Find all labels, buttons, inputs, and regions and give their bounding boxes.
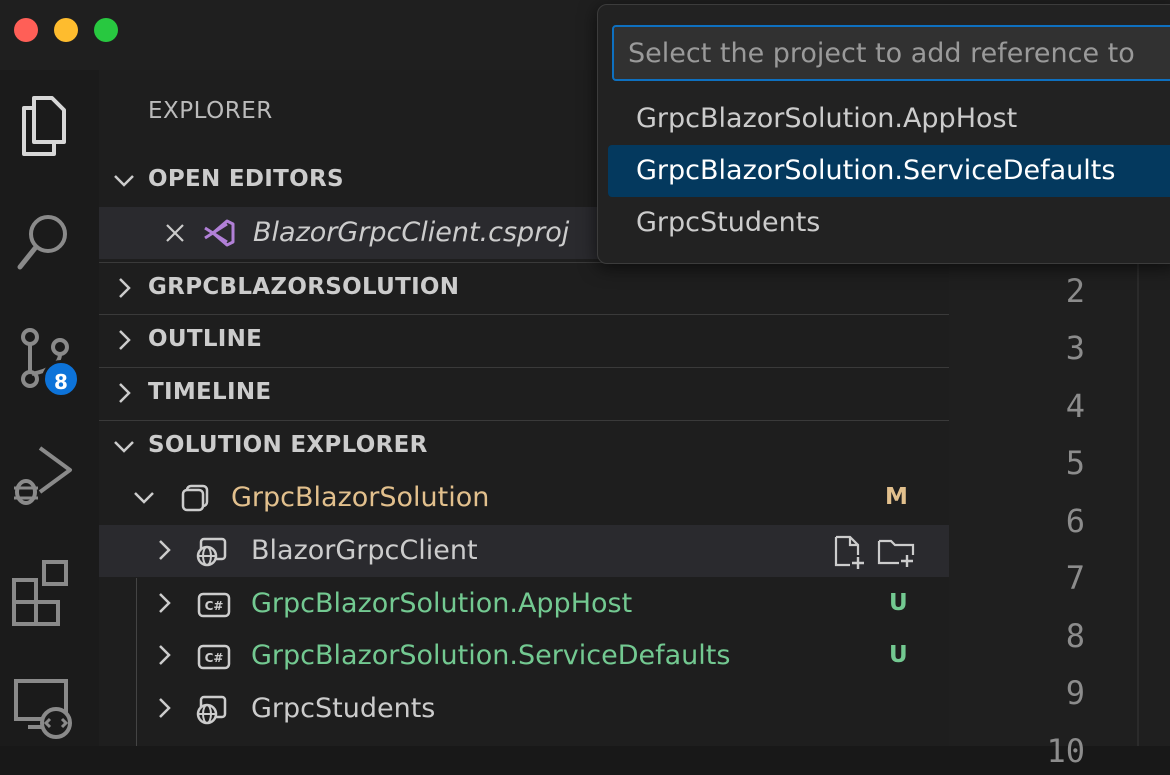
remote-explorer-icon: [14, 679, 72, 739]
git-status-modified: M: [885, 484, 908, 510]
section-label: OUTLINE: [148, 326, 263, 352]
search-icon: [17, 215, 67, 270]
tree-item-project[interactable]: BlazorGrpcClient: [99, 525, 949, 577]
section-label: GRPCBLAZORSOLUTION: [148, 274, 460, 300]
web-project-icon: [196, 537, 227, 567]
tree-item-project[interactable]: C# GrpcBlazorSolution.AppHost U: [99, 578, 949, 630]
section-grpcblazorsolution[interactable]: GRPCBLAZORSOLUTION: [99, 262, 949, 314]
section-timeline[interactable]: TIMELINE: [99, 367, 949, 419]
tree-item-solution-root[interactable]: GrpcBlazorSolution M: [99, 472, 949, 524]
chevron-down-icon: [114, 175, 134, 187]
explorer-title: EXPLORER: [148, 98, 273, 124]
tree-item-label: GrpcBlazorSolution.ServiceDefaults: [251, 640, 731, 671]
csharp-project-icon: C#: [197, 592, 231, 618]
zoom-window-button[interactable]: [94, 18, 118, 42]
activity-search[interactable]: [0, 210, 99, 310]
close-window-button[interactable]: [14, 18, 38, 42]
svg-text:C#: C#: [205, 651, 224, 665]
new-folder-icon[interactable]: [877, 535, 917, 569]
chevron-right-icon: [119, 383, 131, 403]
git-status-untracked: U: [889, 590, 908, 616]
activity-bar: 8: [0, 70, 99, 746]
tree-item-label: BlazorGrpcClient: [251, 535, 478, 566]
quick-pick-item[interactable]: GrpcStudents: [608, 197, 1170, 249]
chevron-down-icon: [134, 492, 154, 504]
quick-pick-widget: GrpcBlazorSolution.AppHost GrpcBlazorSol…: [597, 4, 1170, 264]
open-editor-filename: BlazorGrpcClient.csproj: [253, 217, 570, 248]
section-label: OPEN EDITORS: [148, 166, 344, 192]
tree-item-label: GrpcStudents: [251, 693, 436, 724]
git-status-untracked: U: [889, 642, 908, 668]
activity-remote-explorer[interactable]: [0, 675, 99, 775]
activity-explorer[interactable]: [0, 90, 99, 190]
extensions-icon: [12, 560, 68, 626]
chevron-down-icon: [114, 441, 134, 453]
source-control-badge: 8: [42, 360, 80, 398]
chevron-right-icon: [119, 330, 131, 350]
line-number: 6: [1065, 502, 1085, 540]
csharp-project-icon: C#: [197, 644, 231, 670]
quick-pick-item-label: GrpcStudents: [636, 207, 821, 238]
line-number: 5: [1065, 444, 1085, 482]
new-file-icon[interactable]: [832, 535, 866, 569]
files-icon: [22, 96, 66, 156]
line-number: 4: [1065, 387, 1085, 425]
quick-pick-item[interactable]: GrpcBlazorSolution.AppHost: [608, 93, 1170, 145]
line-number: 2: [1065, 272, 1085, 310]
svg-text:C#: C#: [205, 599, 224, 613]
line-number: 10: [1046, 732, 1085, 770]
tree-item-project[interactable]: C# GrpcBlazorSolution.ServiceDefaults U: [99, 630, 949, 682]
activity-run-debug[interactable]: [0, 440, 99, 540]
chevron-right-icon: [159, 698, 171, 718]
chevron-right-icon: [159, 645, 171, 665]
tree-item-label: GrpcBlazorSolution.AppHost: [251, 588, 633, 619]
close-icon[interactable]: [165, 223, 185, 243]
line-number: 7: [1065, 559, 1085, 597]
section-label: TIMELINE: [148, 379, 272, 405]
activity-extensions[interactable]: [0, 558, 99, 658]
tree-item-label: GrpcBlazorSolution: [231, 482, 490, 513]
line-number: 8: [1065, 617, 1085, 655]
web-project-icon: [196, 695, 227, 725]
quick-pick-item-label: GrpcBlazorSolution.ServiceDefaults: [636, 155, 1116, 186]
chevron-right-icon: [119, 278, 131, 298]
chevron-right-icon: [159, 540, 171, 560]
solution-icon: [181, 484, 209, 512]
quick-pick-item-label: GrpcBlazorSolution.AppHost: [636, 103, 1018, 134]
visual-studio-icon: [204, 219, 235, 247]
quick-pick-input[interactable]: [612, 25, 1170, 81]
section-solution-explorer[interactable]: SOLUTION EXPLORER: [99, 420, 949, 472]
minimize-window-button[interactable]: [54, 18, 78, 42]
chevron-right-icon: [159, 593, 171, 613]
section-outline[interactable]: OUTLINE: [99, 314, 949, 366]
line-number: 3: [1065, 329, 1085, 367]
tree-item-project[interactable]: GrpcStudents: [99, 683, 949, 735]
quick-pick-item-selected[interactable]: GrpcBlazorSolution.ServiceDefaults: [608, 145, 1170, 197]
line-number: 9: [1065, 674, 1085, 712]
run-debug-icon: [14, 446, 72, 505]
section-label: SOLUTION EXPLORER: [148, 432, 428, 458]
